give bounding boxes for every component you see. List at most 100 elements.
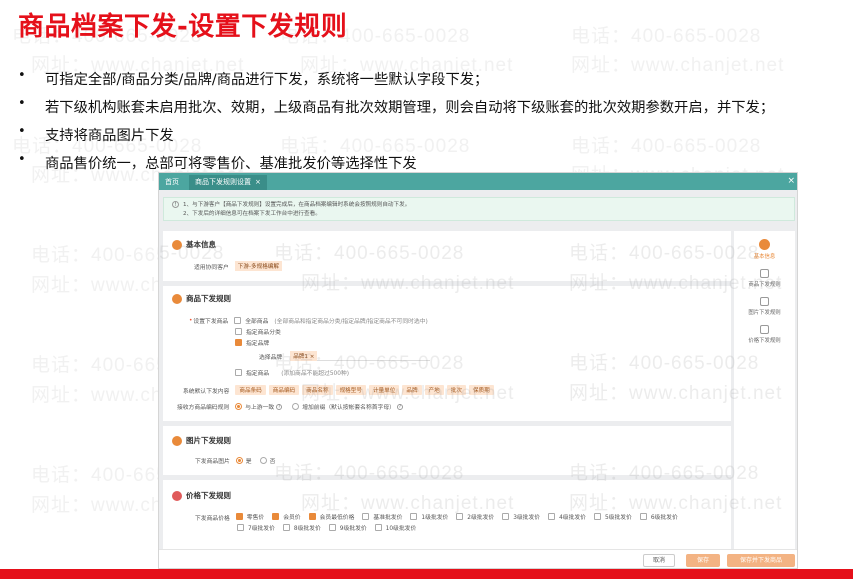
price-option-label: 基准批发价 (373, 515, 403, 521)
price-option[interactable]: 1级批发价 (410, 512, 448, 521)
price-checkbox[interactable] (502, 513, 510, 520)
help-icon[interactable]: ? (276, 403, 283, 410)
price-checkbox[interactable] (282, 524, 290, 531)
main-form: 基本信息 适用协同客户 下游-多规格编解 商品下发规则 • 设置下发商品 全部商… (163, 231, 731, 549)
price-option-label: 8级批发价 (293, 526, 321, 532)
notice-line: 2、下发后的详细信息可在档案下发工作台中进行查看。 (183, 211, 321, 217)
save-and-distribute-button[interactable]: 保存并下发商品 (727, 554, 795, 567)
price-option[interactable]: 5级批发价 (593, 512, 632, 521)
price-checkbox[interactable] (237, 524, 244, 531)
coding-prefix-radio[interactable] (292, 403, 300, 410)
field-chip: 产地 (424, 385, 444, 395)
default-fields-label: 系统默认下发内容 (183, 388, 230, 395)
brand-select[interactable]: 品牌1 × (290, 351, 431, 361)
price-option-label: 会员价 (283, 515, 301, 521)
price-option[interactable]: 9级批发价 (328, 523, 367, 532)
brand-checkbox[interactable] (235, 339, 242, 346)
price-checkbox[interactable] (410, 513, 418, 520)
price-option[interactable]: 6级批发价 (639, 512, 678, 521)
all-goods-label: 全部商品 (245, 319, 269, 325)
field-chip: 计量单位 (368, 385, 400, 395)
price-label: 下发商品价格 (195, 515, 230, 522)
price-option[interactable]: 基准批发价 (362, 512, 402, 521)
price-checkbox[interactable] (639, 513, 647, 520)
help-icon[interactable]: ? (396, 403, 403, 410)
bullet-item: 可指定全部/商品分类/品牌/商品进行下发，系统将一些默认字段下发； (18, 68, 774, 96)
price-option[interactable]: 会员价 (272, 512, 301, 521)
nav-label: 价格下发规则 (748, 338, 781, 344)
field-chip: 品牌 (402, 385, 422, 395)
tab-close-icon[interactable]: × (255, 178, 261, 186)
price-option[interactable]: 4级批发价 (548, 512, 586, 521)
image-yes-radio[interactable] (235, 457, 243, 464)
price-checkbox[interactable] (362, 513, 370, 520)
category-checkbox[interactable] (235, 328, 242, 335)
image-label: 下发商品图片 (195, 459, 230, 465)
nav-label: 基本信息 (753, 254, 776, 260)
tab-bar: 首页 商品下发规则设置 × × (159, 173, 797, 190)
price-option[interactable]: 2级批发价 (456, 512, 494, 521)
all-goods-note: (全部商品和指定商品分类/指定品牌/指定商品不可同时选中) (274, 319, 428, 325)
nav-basic-info[interactable]: 基本信息 (734, 239, 795, 260)
brand-chip[interactable]: 品牌1 × (290, 351, 318, 361)
divider (163, 281, 731, 286)
section-price-rules: 价格下发规则 (172, 490, 231, 501)
tab-home[interactable]: 首页 (165, 177, 179, 187)
goods-checkbox[interactable] (235, 369, 242, 376)
price-option[interactable]: 零售价 (235, 512, 264, 521)
close-icon[interactable]: × (787, 176, 795, 186)
price-checkbox[interactable] (593, 513, 601, 520)
price-option-label: 6级批发价 (650, 515, 678, 521)
price-row-2: 7级批发价 8级批发价 9级批发价 10级批发价 (237, 523, 424, 533)
price-checkbox[interactable] (272, 513, 280, 520)
price-checkbox[interactable] (328, 524, 336, 531)
goods-note: (添加商品不能超过500种) (281, 371, 349, 377)
image-icon (760, 297, 769, 306)
price-checkbox[interactable] (374, 524, 382, 531)
all-goods-checkbox[interactable] (234, 317, 242, 324)
customer-row: 适用协同客户 下游-多规格编解 (194, 261, 282, 271)
image-no-radio[interactable] (259, 457, 267, 464)
price-option[interactable]: 7级批发价 (237, 523, 275, 532)
cancel-button[interactable]: 取消 (643, 554, 675, 567)
slide-title: 商品档案下发-设置下发规则 (18, 12, 348, 42)
coding-label: 接收方商品编码规则 (177, 405, 230, 411)
nav-price-rules[interactable]: 价格下发规则 (734, 325, 795, 344)
price-option-label: 9级批发价 (339, 526, 367, 532)
tab-label: 商品下发规则设置 (195, 178, 251, 186)
price-option[interactable]: 3级批发价 (502, 512, 540, 521)
bullet-item: 若下级机构账套未启用批次、效期，上级商品有批次效期管理，则会自动将下级账套的批次… (18, 96, 774, 124)
brand-select-row: 选择品牌 品牌1 × (259, 351, 431, 361)
nav-goods-rules[interactable]: 商品下发规则 (734, 269, 795, 288)
price-checkbox[interactable] (308, 513, 316, 520)
price-option[interactable]: 会员最低价格 (308, 512, 354, 521)
price-section-icon (172, 490, 182, 501)
customer-label: 适用协同客户 (194, 264, 229, 271)
brand-label: 指定品牌 (246, 341, 270, 347)
price-checkbox[interactable] (235, 513, 243, 520)
price-checkbox[interactable] (548, 513, 556, 520)
price-row: 下发商品价格 零售价 会员价 会员最低价格 基准批发价 1级批发价 2级批发价 3级批发价 4… (195, 512, 686, 522)
tab-rule-settings[interactable]: 商品下发规则设置 × (189, 175, 267, 190)
image-row: 下发商品图片 是 否 (195, 456, 275, 465)
price-option-label: 10级批发价 (385, 526, 417, 532)
save-button[interactable]: 保存 (686, 554, 720, 567)
price-option[interactable]: 10级批发价 (374, 523, 417, 532)
nav-label: 图片下发规则 (748, 310, 781, 316)
info-icon (759, 239, 770, 250)
coding-prefix-label: 增加前缀（默认按帐套名称首字母） (302, 405, 395, 411)
divider (163, 421, 731, 426)
section-title: 图片下发规则 (186, 436, 231, 445)
nav-label: 商品下发规则 (748, 282, 781, 288)
info-icon: ! (172, 201, 179, 208)
price-option-label: 2级批发价 (467, 515, 495, 521)
price-option[interactable]: 8级批发价 (282, 523, 321, 532)
goods-icon (760, 269, 769, 278)
section-title: 基本信息 (186, 240, 216, 249)
coding-same-radio[interactable] (235, 403, 243, 410)
price-option-label: 7级批发价 (248, 526, 275, 532)
price-checkbox[interactable] (456, 513, 464, 520)
coding-same-label: 与上游一致 (245, 405, 275, 411)
brand-row: 指定品牌 (235, 338, 269, 347)
nav-image-rules[interactable]: 图片下发规则 (734, 297, 795, 316)
